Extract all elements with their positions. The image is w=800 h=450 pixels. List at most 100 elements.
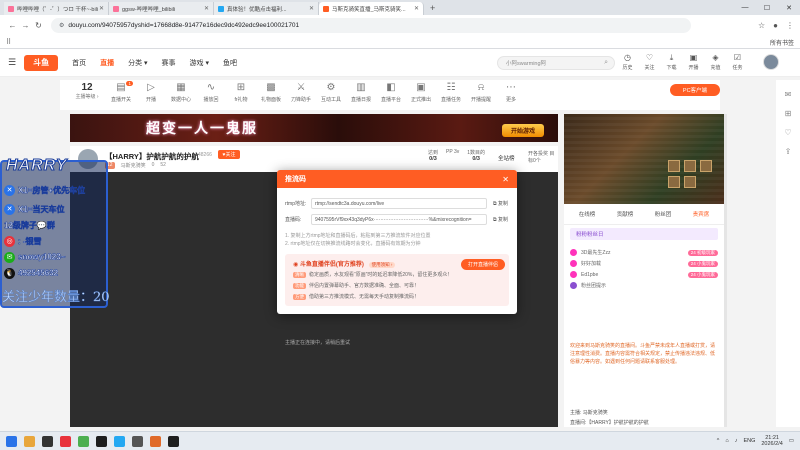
tool-gift[interactable]: ⊞ fr礼物	[226, 82, 256, 103]
chevron-up-icon[interactable]: ^	[717, 438, 720, 444]
minimize-button[interactable]: —	[734, 4, 756, 11]
gift-icon[interactable]: ⊞	[776, 109, 800, 118]
tool-gift-panel[interactable]: ▩ 礼物面板	[256, 82, 286, 103]
heart-icon[interactable]: ♡	[776, 128, 800, 137]
download-button[interactable]: ⤓ 下载	[664, 53, 679, 71]
game-preview[interactable]	[564, 114, 724, 204]
app-icon[interactable]	[168, 435, 179, 447]
hamburger-icon[interactable]: ☰	[8, 57, 16, 68]
list-item[interactable]: 3D最先生Zzz 24 初级玩家	[570, 247, 718, 258]
all-bookmarks[interactable]: 所有书签	[770, 38, 794, 47]
site-info-icon[interactable]: ⚙	[59, 22, 64, 29]
notification-icon[interactable]: ▭	[789, 438, 794, 444]
back-icon[interactable]: ←	[6, 21, 19, 30]
douyu-icon[interactable]	[150, 435, 161, 447]
app-icon[interactable]	[42, 435, 53, 447]
tab-contribution[interactable]: 贡献榜	[617, 210, 634, 218]
rtmp-address-field[interactable]: rtmp://sendtc3a.douyu.com/live	[311, 198, 487, 209]
close-icon[interactable]: ✕	[502, 175, 509, 184]
browser-tab-active[interactable]: 马斯克骑笑直播_马斯克骑笑... ✕	[319, 2, 424, 15]
stat-item[interactable]: 1数目的 0/3	[467, 149, 485, 162]
start-stream-button[interactable]: ▣ 开播	[686, 53, 701, 71]
nav-live[interactable]: 直播	[100, 58, 114, 68]
network-icon[interactable]: ⌂	[725, 438, 728, 444]
nav-events[interactable]: 赛事	[162, 58, 176, 68]
menu-icon[interactable]: ⋮	[786, 21, 794, 30]
avatar[interactable]	[763, 54, 779, 70]
new-tab-button[interactable]: +	[424, 2, 441, 15]
gift-goal[interactable]: 开各投奖 目标0个	[528, 150, 556, 164]
tasks-button[interactable]: ☑ 任务	[730, 53, 745, 71]
list-item[interactable]: 好好加载 24 小鬼玩家	[570, 258, 718, 269]
pc-client-button[interactable]: PC客户端	[670, 84, 720, 96]
app-icon[interactable]	[132, 435, 143, 447]
volume-icon[interactable]: ♪	[735, 438, 738, 444]
start-icon[interactable]	[6, 435, 17, 447]
close-icon[interactable]: ✕	[414, 5, 419, 12]
forward-icon[interactable]: →	[19, 21, 32, 30]
tool-start[interactable]: ▷ 开播	[136, 82, 166, 103]
app-icon[interactable]	[114, 435, 125, 447]
streamer-level[interactable]: 12 主播等级 ›	[68, 82, 106, 100]
streamer-name[interactable]: 马斯克骑笑	[121, 162, 146, 169]
search-icon[interactable]: ⌕	[604, 59, 608, 67]
close-icon[interactable]: ✕	[309, 5, 314, 12]
open-companion-button[interactable]: 打开直播伴侣	[461, 259, 505, 270]
stream-key-field[interactable]: 9407595rVf9xx43q3dyP6x··················…	[311, 214, 487, 225]
tool-live-switch[interactable]: ▤ 1 直播开关	[106, 81, 136, 103]
reload-icon[interactable]: ↻	[32, 21, 45, 30]
play-game-button[interactable]: 开始游戏	[502, 124, 544, 137]
usage-link[interactable]: 使用须知 ›	[368, 262, 396, 268]
browser-tab[interactable]: 真体验！优酷点击福利... ✕	[214, 2, 319, 15]
clock[interactable]: 21:21 2026/2/4	[761, 435, 782, 447]
tab-vip[interactable]: 贵宾席	[693, 210, 710, 218]
tool-data-center[interactable]: ▦ 数据中心	[166, 82, 196, 103]
tab-fans[interactable]: 粉丝团	[655, 210, 672, 218]
copy-rtmp-button[interactable]: ⧉ 复制	[493, 200, 508, 207]
stat-item[interactable]: PP 3v	[446, 149, 459, 162]
close-icon[interactable]: ✕	[99, 5, 104, 12]
tool-interact[interactable]: ⚙ 互动工具	[316, 82, 346, 103]
tool-launch[interactable]: ▣ 正式推出	[406, 82, 436, 103]
tool-platform[interactable]: ◧ 直播平台	[376, 82, 406, 103]
list-item[interactable]: Ed1pbe 24 小鬼玩家	[570, 269, 718, 280]
fans-day-banner[interactable]: 粉粉粉丝日	[570, 228, 718, 240]
language-indicator[interactable]: ENG	[743, 438, 755, 444]
tool-more[interactable]: ⋯ 更多	[496, 82, 526, 103]
tool-daily-report[interactable]: ▥ 直播日报	[346, 82, 376, 103]
follow-button[interactable]: ♥ 关注	[218, 150, 240, 159]
star-icon[interactable]: ☆	[758, 21, 765, 30]
steam-icon[interactable]	[96, 435, 107, 447]
stat-item[interactable]: 达到 0/3	[428, 149, 438, 162]
search-input[interactable]: 小阿swarming阿 ⌕	[497, 56, 615, 70]
nav-yuba[interactable]: 鱼吧	[223, 58, 237, 68]
nav-home[interactable]: 首页	[72, 58, 86, 68]
tool-reminder[interactable]: ⍾ 开播提醒	[466, 82, 496, 103]
close-icon[interactable]: ✕	[204, 5, 209, 12]
share-icon[interactable]: ⇪	[776, 147, 800, 156]
tab-online[interactable]: 在线榜	[579, 210, 596, 218]
tool-tasks[interactable]: ☷ 直播任务	[436, 82, 466, 103]
chrome-icon[interactable]	[78, 435, 89, 447]
douyu-logo[interactable]: 斗鱼	[24, 54, 59, 71]
tool-replay[interactable]: ∿ 播放回	[196, 82, 226, 103]
browser-tab[interactable]: ggsw-哔哩哔哩_bilibili ✕	[109, 2, 214, 15]
list-item[interactable]: 粉丝团提示	[570, 280, 718, 291]
history-button[interactable]: ◷ 历史	[620, 53, 635, 71]
chat-icon[interactable]: ✉	[776, 90, 800, 99]
copy-key-button[interactable]: ⧉ 复制	[493, 216, 508, 223]
nav-games[interactable]: 游戏 ▾	[190, 58, 209, 68]
close-window-button[interactable]: ✕	[778, 4, 800, 12]
chat-scrollbar[interactable]	[724, 114, 727, 427]
url-input[interactable]: ⚙ douyu.com/94075957dyshid=17668d8e-9147…	[51, 18, 691, 33]
app-icon[interactable]	[60, 435, 71, 447]
browser-tab[interactable]: 哔哩哔哩（゜-゜）つロ 干杯~-bili ✕	[4, 2, 109, 15]
profile-icon[interactable]: ●	[773, 21, 778, 30]
game-banner[interactable]: 超变一人一鬼服	[70, 114, 558, 142]
follow-list-button[interactable]: ♡ 关注	[642, 53, 657, 71]
apps-icon[interactable]: ⠿	[6, 38, 11, 46]
tool-blade-helper[interactable]: ⚔ 刀锋助手	[286, 82, 316, 103]
explorer-icon[interactable]	[24, 435, 35, 447]
recharge-button[interactable]: ◈ 充值	[708, 53, 723, 71]
maximize-button[interactable]: ☐	[756, 4, 778, 12]
